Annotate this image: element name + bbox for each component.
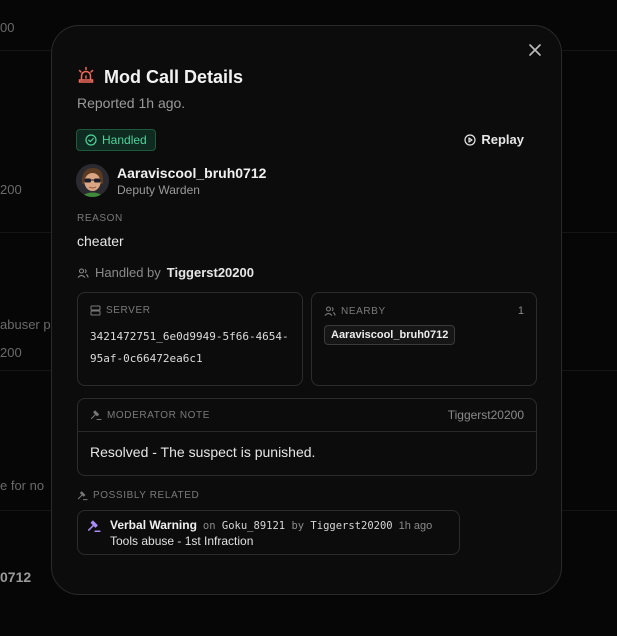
dialog-title: Mod Call Details [104,67,244,87]
related-item-time: 1h ago [398,520,433,532]
close-icon [529,44,541,56]
moderator-note-card: MODERATOR NOTE Tiggerst20200 Resolved - … [77,398,537,476]
handled-by: Handled by Tiggerst20200 [77,265,254,280]
reported-time: Reported 1h ago. [77,95,186,111]
background-text: e for no [0,478,45,493]
background-text: 200 [0,182,22,197]
server-icon [90,305,101,316]
handled-by-prefix: Handled by [95,265,161,280]
users-icon [77,267,89,278]
status-badge: Handled [76,129,156,151]
related-item-title: Verbal Warning [110,518,197,532]
reporter: Aaraviscool_bruh0712 Deputy Warden [76,164,266,197]
close-button[interactable] [526,41,544,59]
server-label: SERVER [106,305,151,316]
replay-label: Replay [481,132,524,147]
related-item-target: Goku_89121 [221,520,286,532]
avatar [76,164,109,197]
moderator-note-text: Resolved - The suspect is punished. [90,444,316,460]
mod-call-details-dialog: Mod Call Details Reported 1h ago. Handle… [51,25,562,595]
gavel-icon [77,491,88,501]
nearby-label: NEARBY [341,305,386,317]
users-icon [324,306,336,316]
handled-by-moderator: Tiggerst20200 [166,265,254,280]
reason-label: REASON [77,213,123,224]
background-text: 0712 [0,569,32,585]
gavel-icon [90,410,102,421]
status-badge-label: Handled [102,133,147,147]
related-on-word: on [202,520,216,532]
gavel-icon [87,520,101,533]
check-circle-icon [85,134,97,146]
reason-text: cheater [77,233,124,249]
background-text: abuser p [0,317,51,332]
server-id-line: 95af-0c66472ea6c1 [90,352,203,365]
nearby-card: NEARBY 1 Aaraviscool_bruh0712 [311,292,537,386]
related-item-moderator: Tiggerst20200 [310,520,393,532]
server-id-line: 3421472751_6e0d9949-5f66-4654- [90,330,289,343]
possibly-related-label: POSSIBLY RELATED [93,490,200,501]
related-item-description: Tools abuse - 1st Infraction [110,534,254,548]
nearby-count: 1 [517,305,524,317]
moderator-note-author: Tiggerst20200 [447,408,524,422]
reporter-role: Deputy Warden [117,182,200,197]
siren-icon [77,66,95,89]
background-text: 200 [0,345,22,360]
nearby-player-chip[interactable]: Aaraviscool_bruh0712 [324,325,456,345]
server-id[interactable]: 3421472751_6e0d9949-5f66-4654- 95af-0c66… [90,326,290,370]
replay-button[interactable]: Replay [464,132,524,147]
related-item-meta: on Goku_89121 by Tiggerst20200 [203,520,393,532]
possibly-related-header: POSSIBLY RELATED [77,490,199,501]
moderator-note-label: MODERATOR NOTE [107,409,211,421]
reporter-username: Aaraviscool_bruh0712 [117,164,267,181]
server-card: SERVER 3421472751_6e0d9949-5f66-4654- 95… [77,292,303,386]
related-by-word: by [291,520,305,532]
play-circle-icon [464,133,476,146]
background-text: 00 [0,20,15,35]
related-item[interactable]: Verbal Warning on Goku_89121 by Tiggerst… [77,510,460,555]
